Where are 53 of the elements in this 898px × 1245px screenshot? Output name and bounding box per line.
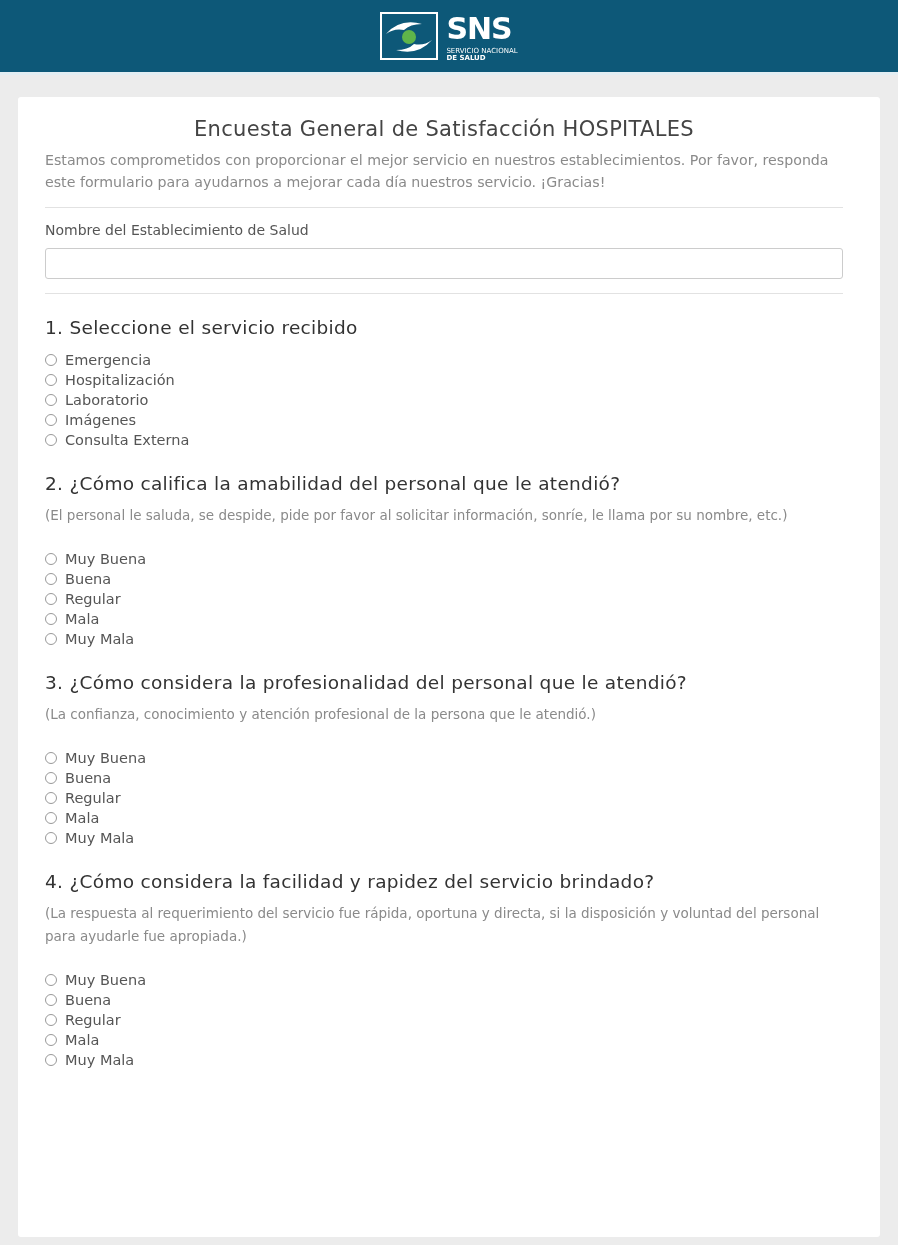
radio-icon[interactable] xyxy=(45,394,57,406)
radio-option[interactable]: Emergencia xyxy=(45,350,152,370)
question-hint: (El personal le saluda, se despide, pide por favor al solicitar información, sonríe, le llama por su nombre, etc.) xyxy=(45,506,789,525)
radio-option[interactable]: Mala xyxy=(45,1030,100,1050)
radio-option[interactable]: Muy Buena xyxy=(45,549,147,569)
radio-icon[interactable] xyxy=(45,1014,57,1026)
question-hint: (La confianza, conocimiento y atención profesional de la persona que le atendió.) xyxy=(45,705,597,724)
radio-icon[interactable] xyxy=(45,1054,57,1066)
question-hint: (La respuesta al requerimiento del servicio fue rápida, oportuna y directa, si la disposición y voluntad del personal para ayudarle fue apropiada.) xyxy=(45,904,821,946)
radio-icon[interactable] xyxy=(45,414,57,426)
form-description: Estamos comprometidos con proporcionar el mejor servicio en nuestros establecimientos. Por favor, responda este formulario para ayudarnos a mejorar cada día nuestros servicio. ¡Gracias! xyxy=(45,151,830,192)
radio-option[interactable]: Hospitalización xyxy=(45,370,175,390)
radio-icon[interactable] xyxy=(45,1034,57,1046)
radio-icon[interactable] xyxy=(45,832,57,844)
logo-text: SNS xyxy=(446,10,513,46)
logo-icon xyxy=(380,12,439,60)
radio-icon[interactable] xyxy=(45,573,57,585)
radio-icon[interactable] xyxy=(45,974,57,986)
radio-icon[interactable] xyxy=(45,613,57,625)
radio-option[interactable]: Regular xyxy=(45,788,121,808)
form-title: Encuesta General de Satisfacción HOSPITALES xyxy=(193,116,695,143)
radio-option[interactable]: Laboratorio xyxy=(45,390,149,410)
radio-option[interactable]: Buena xyxy=(45,990,112,1010)
radio-option[interactable]: Muy Buena xyxy=(45,970,147,990)
radio-icon[interactable] xyxy=(45,792,57,804)
question-title: 4. ¿Cómo considera la facilidad y rapidez del servicio brindado? xyxy=(45,870,656,894)
radio-icon[interactable] xyxy=(45,772,57,784)
radio-option[interactable]: Regular xyxy=(45,1010,121,1030)
question-title: 1. Seleccione el servicio recibido xyxy=(45,316,359,340)
radio-icon[interactable] xyxy=(45,434,57,446)
input-field[interactable] xyxy=(45,248,843,279)
field-label: Nombre del Establecimiento de Salud xyxy=(45,222,310,238)
question-title: 2. ¿Cómo califica la amabilidad del personal que le atendió? xyxy=(45,472,622,496)
radio-icon[interactable] xyxy=(45,812,57,824)
radio-option[interactable]: Muy Mala xyxy=(45,629,135,649)
radio-icon[interactable] xyxy=(45,354,57,366)
radio-icon[interactable] xyxy=(45,994,57,1006)
radio-icon[interactable] xyxy=(45,553,57,565)
radio-option[interactable]: Mala xyxy=(45,609,100,629)
radio-option[interactable]: Regular xyxy=(45,589,121,609)
question-title: 3. ¿Cómo considera la profesionalidad del personal que le atendió? xyxy=(45,671,688,695)
radio-icon[interactable] xyxy=(45,593,57,605)
radio-option[interactable]: Muy Buena xyxy=(45,748,147,768)
radio-option[interactable]: Buena xyxy=(45,768,112,788)
radio-icon[interactable] xyxy=(45,752,57,764)
radio-option[interactable]: Consulta Externa xyxy=(45,430,190,450)
radio-option[interactable]: Mala xyxy=(45,808,100,828)
radio-option[interactable]: Muy Mala xyxy=(45,828,135,848)
radio-icon[interactable] xyxy=(45,374,57,386)
radio-option[interactable]: Muy Mala xyxy=(45,1050,135,1070)
radio-option[interactable]: Imágenes xyxy=(45,410,137,430)
radio-option[interactable]: Buena xyxy=(45,569,112,589)
radio-icon[interactable] xyxy=(45,633,57,645)
